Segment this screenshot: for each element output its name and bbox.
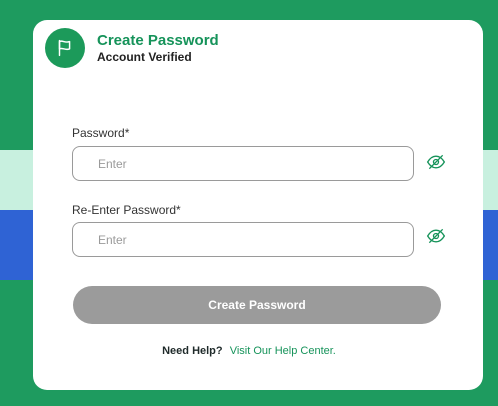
confirm-password-placeholder: Enter xyxy=(98,232,127,247)
password-placeholder: Enter xyxy=(98,156,127,171)
flag-icon xyxy=(45,28,85,68)
page-subtitle: Account Verified xyxy=(97,49,192,64)
confirm-password-label: Re-Enter Password* xyxy=(72,203,181,217)
eye-slash-icon[interactable] xyxy=(426,226,446,246)
page-title: Create Password xyxy=(97,31,219,49)
password-label: Password* xyxy=(72,126,130,140)
password-input[interactable]: Enter xyxy=(72,146,414,181)
help-prefix: Need Help? xyxy=(162,345,223,357)
help-center-link[interactable]: Visit Our Help Center. xyxy=(230,345,336,357)
eye-slash-icon[interactable] xyxy=(426,152,446,172)
create-password-button[interactable]: Create Password xyxy=(73,286,441,324)
header: Create Password Account Verified xyxy=(45,28,219,68)
confirm-password-input[interactable]: Enter xyxy=(72,222,414,257)
help-text: Need Help? Visit Our Help Center. xyxy=(0,345,498,357)
